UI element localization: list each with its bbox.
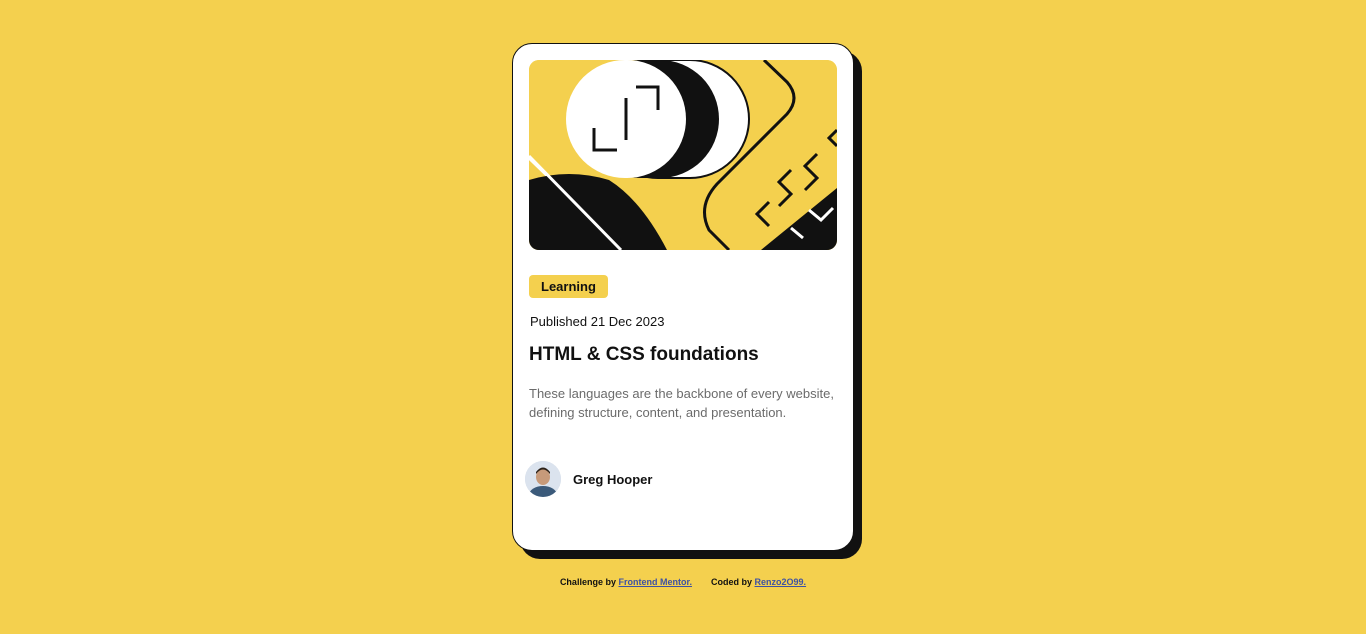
published-date: Published 21 Dec 2023 <box>530 314 665 329</box>
category-tag[interactable]: Learning <box>529 275 608 298</box>
author-profile-link[interactable]: Renzo2O99. <box>755 577 807 587</box>
author-name: Greg Hooper <box>573 471 653 487</box>
attribution: Challenge by Frontend Mentor. Coded by R… <box>0 577 1366 587</box>
frontend-mentor-link[interactable]: Frontend Mentor. <box>618 577 692 587</box>
author-avatar <box>525 461 561 497</box>
author-block: Greg Hooper <box>525 461 652 497</box>
article-description: These languages are the backbone of ever… <box>529 386 834 420</box>
blog-preview-card: Learning Published 21 Dec 2023 HTML & CS… <box>512 43 854 551</box>
article-illustration <box>529 60 837 250</box>
coded-by-label: Coded by <box>711 577 753 587</box>
article-title[interactable]: HTML & CSS foundations <box>529 344 759 366</box>
challenge-label: Challenge by <box>559 577 616 587</box>
